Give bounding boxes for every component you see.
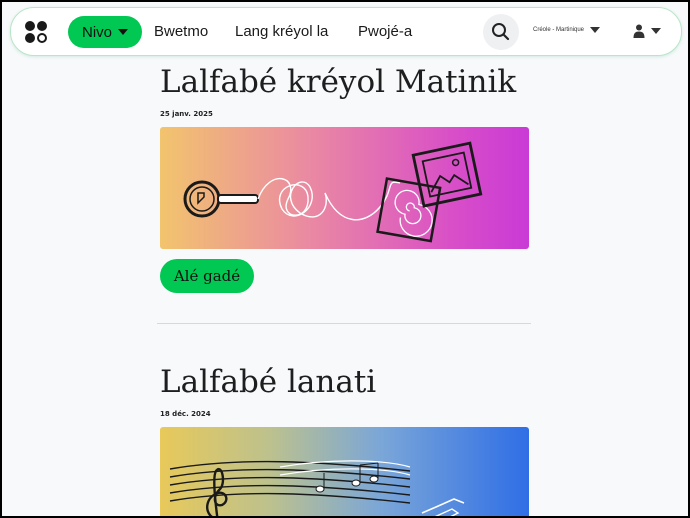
magnifier-scribble-illustration	[183, 141, 483, 243]
user-menu-button[interactable]	[633, 24, 661, 38]
user-icon	[633, 24, 645, 38]
post-date: 25 janv. 2025	[160, 110, 213, 118]
nav-link-pwoje[interactable]: Pwojé-a	[358, 23, 412, 40]
post-divider	[157, 323, 531, 324]
top-navbar: Nivo Bwetmo Lang kréyol la Pwojé-a Créol…	[10, 7, 682, 56]
nav-link-bwetmo[interactable]: Bwetmo	[154, 23, 208, 40]
post-title[interactable]: Lalfabé lanati	[160, 364, 376, 400]
app-logo-icon[interactable]	[25, 21, 49, 45]
music-staff-illustration	[169, 460, 465, 516]
nivo-menu-label: Nivo	[81, 23, 112, 41]
search-icon	[492, 23, 510, 41]
language-select[interactable]: Créole - Martinique	[533, 27, 601, 33]
nivo-menu-button[interactable]: Nivo	[68, 16, 142, 48]
search-button[interactable]	[483, 14, 519, 50]
post-cover-image[interactable]	[160, 427, 529, 516]
read-more-button[interactable]: Alé gadé	[160, 259, 254, 293]
nav-link-lang-kreyol[interactable]: Lang kréyol la	[235, 23, 328, 40]
page: Nivo Bwetmo Lang kréyol la Pwojé-a Créol…	[2, 2, 688, 516]
language-select-value: Créole - Martinique	[533, 27, 585, 33]
chevron-down-icon	[590, 27, 601, 33]
post-cover-image[interactable]	[160, 127, 529, 249]
chevron-down-icon	[651, 28, 661, 34]
post-date: 18 déc. 2024	[160, 410, 211, 418]
chevron-down-icon	[118, 29, 128, 35]
post-title[interactable]: Lalfabé kréyol Matinik	[160, 64, 516, 100]
